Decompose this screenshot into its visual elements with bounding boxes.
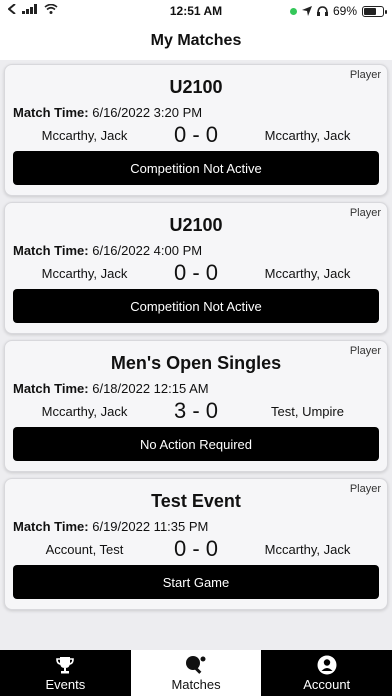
event-name: U2100 bbox=[169, 215, 223, 235]
trophy-icon bbox=[56, 657, 75, 674]
match-score: 3 - 0 bbox=[173, 398, 219, 423]
scoreline: Account, Test 0 - 0 Mccarthy, Jack bbox=[13, 534, 379, 564]
match-score: 0 - 0 bbox=[173, 122, 219, 147]
page-title: My Matches bbox=[0, 22, 392, 60]
competition-not-active-button[interactable]: Competition Not Active bbox=[13, 289, 379, 323]
match-time-value: 6/16/2022 4:00 PM bbox=[92, 243, 203, 258]
match-time-label: Match Time: bbox=[13, 381, 89, 396]
tab-events-label: Events bbox=[45, 677, 86, 692]
player-one: Account, Test bbox=[45, 541, 124, 557]
match-time: Match Time: 6/16/2022 3:20 PM bbox=[13, 105, 379, 120]
player-two: Mccarthy, Jack bbox=[264, 265, 351, 281]
role-label: Player bbox=[349, 207, 381, 219]
battery-percent: 69% bbox=[332, 4, 357, 18]
battery-icon bbox=[362, 5, 387, 17]
player-two: Test, Umpire bbox=[271, 403, 344, 419]
match-time-label: Match Time: bbox=[13, 243, 89, 258]
start-game-button[interactable]: Start Game bbox=[13, 565, 379, 599]
player-two: Mccarthy, Jack bbox=[264, 127, 351, 143]
competition-not-active-button[interactable]: Competition Not Active bbox=[13, 151, 379, 185]
match-card: Player Men's Open Singles Match Time: 6/… bbox=[4, 340, 388, 472]
match-score: 0 - 0 bbox=[173, 536, 219, 561]
battery-fill bbox=[364, 7, 376, 15]
location-icon bbox=[301, 6, 312, 16]
match-card: Player U2100 Match Time: 6/16/2022 4:00 … bbox=[4, 202, 388, 334]
no-action-required-button[interactable]: No Action Required bbox=[13, 427, 379, 461]
tab-matches[interactable]: Matches bbox=[130, 650, 262, 696]
camera-indicator-icon bbox=[289, 7, 297, 15]
event-name: Test Event bbox=[151, 491, 241, 511]
tab-account-label: Account bbox=[303, 677, 351, 692]
event-name: U2100 bbox=[169, 77, 223, 97]
tab-events[interactable]: Events bbox=[0, 650, 131, 696]
role-label: Player bbox=[349, 483, 381, 495]
match-time-label: Match Time: bbox=[13, 105, 89, 120]
match-score: 0 - 0 bbox=[173, 260, 219, 285]
tab-bar: Events Matches Account bbox=[0, 650, 392, 696]
event-name: Men's Open Singles bbox=[110, 353, 282, 373]
player-one: Mccarthy, Jack bbox=[41, 127, 128, 143]
table-tennis-icon bbox=[186, 656, 206, 674]
player-one: Mccarthy, Jack bbox=[41, 403, 128, 419]
match-time-value: 6/16/2022 3:20 PM bbox=[92, 105, 203, 120]
match-time-value: 6/18/2022 12:15 AM bbox=[92, 381, 209, 396]
scoreline: Mccarthy, Jack 0 - 0 Mccarthy, Jack bbox=[13, 120, 379, 150]
status-bar: 12:51 AM 69% bbox=[0, 0, 392, 22]
role-label: Player bbox=[349, 69, 381, 81]
matches-list: Player U2100 Match Time: 6/16/2022 3:20 … bbox=[4, 64, 388, 616]
scoreline: Mccarthy, Jack 3 - 0 Test, Umpire bbox=[13, 396, 379, 426]
tab-matches-label: Matches bbox=[171, 677, 221, 692]
tab-account[interactable]: Account bbox=[261, 650, 392, 696]
match-card: Player Test Event Match Time: 6/19/2022 … bbox=[4, 478, 388, 610]
scoreline: Mccarthy, Jack 0 - 0 Mccarthy, Jack bbox=[13, 258, 379, 288]
match-card: Player U2100 Match Time: 6/16/2022 3:20 … bbox=[4, 64, 388, 196]
match-time: Match Time: 6/18/2022 12:15 AM bbox=[13, 381, 379, 396]
player-two: Mccarthy, Jack bbox=[264, 541, 351, 557]
match-time: Match Time: 6/19/2022 11:35 PM bbox=[13, 519, 379, 534]
match-time-value: 6/19/2022 11:35 PM bbox=[92, 519, 209, 534]
status-right: 69% bbox=[289, 4, 387, 18]
player-one: Mccarthy, Jack bbox=[41, 265, 128, 281]
headphones-icon bbox=[316, 6, 328, 16]
role-label: Player bbox=[349, 345, 381, 357]
account-icon bbox=[317, 655, 337, 675]
match-time-label: Match Time: bbox=[13, 519, 89, 534]
match-time: Match Time: 6/16/2022 4:00 PM bbox=[13, 243, 379, 258]
